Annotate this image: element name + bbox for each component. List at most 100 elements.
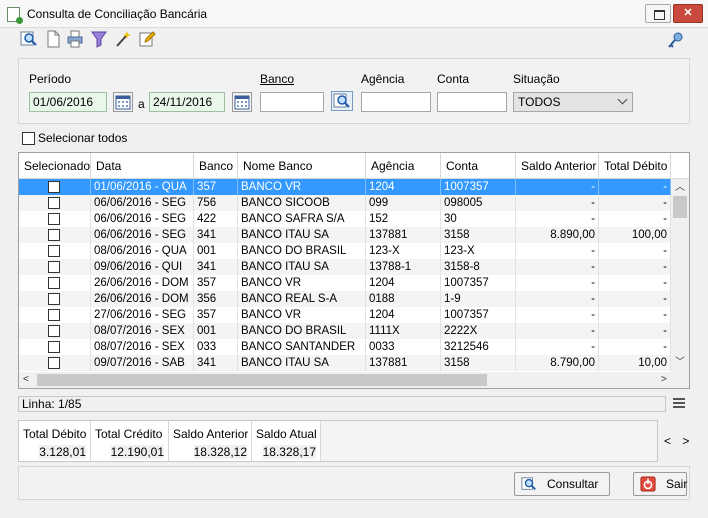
row-checkbox[interactable] <box>48 341 60 353</box>
row-checkbox[interactable] <box>48 293 60 305</box>
column-header-data[interactable]: Data <box>91 153 194 179</box>
close-button[interactable]: ✕ <box>673 4 703 23</box>
row-checkbox[interactable] <box>48 325 60 337</box>
cell-conta: 1007357 <box>441 307 516 323</box>
zoom-icon[interactable] <box>20 30 38 48</box>
row-checkbox[interactable] <box>48 181 60 193</box>
cell-debito: - <box>599 259 671 275</box>
cell-banco: 001 <box>194 323 238 339</box>
table-row[interactable]: 08/06/2016 - QUA 001 BANCO DO BRASIL 123-X 1… <box>19 243 671 259</box>
row-checkbox[interactable] <box>48 261 60 273</box>
sair-button[interactable]: Sair <box>633 472 687 496</box>
row-checkbox[interactable] <box>48 277 60 289</box>
cell-conta: 1-9 <box>441 291 516 307</box>
row-checkbox[interactable] <box>48 213 60 225</box>
row-checkbox[interactable] <box>48 245 60 257</box>
row-select-cell <box>19 291 91 307</box>
total-debito-value: 3.128,01 <box>39 445 86 459</box>
table-row[interactable]: 06/06/2016 - SEG 422 BANCO SAFRA S/A 152 30-… <box>19 211 671 227</box>
cell-conta: 098005 <box>441 195 516 211</box>
scroll-down-icon[interactable]: ﹀ <box>675 357 685 369</box>
total-credito-value: 12.190,01 <box>110 445 164 459</box>
situacao-select[interactable]: TODOS <box>513 92 633 112</box>
cell-agencia: 0188 <box>366 291 441 307</box>
cell-banco: 422 <box>194 211 238 227</box>
cell-banco: 341 <box>194 259 238 275</box>
cell-debito: - <box>599 179 671 195</box>
banco-search-button[interactable] <box>331 91 353 111</box>
table-row[interactable]: 08/07/2016 - SEX 033 BANCO SANTANDER 0033 32… <box>19 339 671 355</box>
scroll-right-icon[interactable]: > <box>661 374 667 386</box>
cell-saldo: - <box>516 275 599 291</box>
cell-conta: 1007357 <box>441 179 516 195</box>
row-select-cell <box>19 307 91 323</box>
table-row[interactable]: 08/07/2016 - SEX 001 BANCO DO BRASIL 1111X 2… <box>19 323 671 339</box>
cell-banco: 341 <box>194 355 238 371</box>
grid-header: Selecionado Data Banco Nome Banco Agênci… <box>19 153 689 179</box>
table-row[interactable]: 09/07/2016 - SAB 341 BANCO ITAU SA 137881 31… <box>19 355 671 371</box>
cell-banco: 756 <box>194 195 238 211</box>
print-icon[interactable] <box>66 30 84 48</box>
row-checkbox[interactable] <box>48 229 60 241</box>
chevron-left-icon[interactable]: < <box>664 434 671 448</box>
table-row[interactable]: 06/06/2016 - SEG 756 BANCO SICOOB 099 098005… <box>19 195 671 211</box>
select-all-checkbox[interactable] <box>22 132 35 145</box>
row-checkbox[interactable] <box>48 197 60 209</box>
cell-banco: 001 <box>194 243 238 259</box>
row-checkbox[interactable] <box>48 357 60 369</box>
filter-panel: Período 01/06/2016 a 24/11/2016 Banco Ag… <box>18 58 690 124</box>
menu-icon[interactable] <box>673 398 685 408</box>
restore-button[interactable] <box>645 4 671 23</box>
cell-debito: - <box>599 323 671 339</box>
cell-saldo: - <box>516 195 599 211</box>
scroll-up-icon[interactable]: ︿ <box>675 182 685 194</box>
column-header-nome-banco[interactable]: Nome Banco <box>238 153 366 179</box>
column-header-saldo-anterior[interactable]: Saldo Anterior <box>516 153 599 179</box>
select-all-label[interactable]: Selecionar todos <box>38 131 127 145</box>
saldo-anterior-value: 18.328,12 <box>193 445 247 459</box>
help-key-icon[interactable] <box>667 31 685 49</box>
date-to-field[interactable]: 24/11/2016 <box>149 92 225 112</box>
scroll-left-icon[interactable]: < <box>23 374 29 386</box>
consultar-button[interactable]: Consultar <box>514 472 610 496</box>
column-header-banco[interactable]: Banco <box>194 153 238 179</box>
cell-agencia: 137881 <box>366 355 441 371</box>
banco-field[interactable] <box>260 92 324 112</box>
row-select-cell <box>19 243 91 259</box>
column-header-total-debito[interactable]: Total Débito <box>599 153 671 179</box>
magic-wand-icon[interactable] <box>114 30 132 48</box>
table-row[interactable]: 06/06/2016 - SEG 341 BANCO ITAU SA 137881 31… <box>19 227 671 243</box>
cell-nome: BANCO ITAU SA <box>238 259 366 275</box>
document-green-icon <box>7 7 23 24</box>
date-from-field[interactable]: 01/06/2016 <box>29 92 107 112</box>
cell-debito: - <box>599 339 671 355</box>
table-row[interactable]: 09/06/2016 - QUI 341 BANCO ITAU SA 13788-1 3… <box>19 259 671 275</box>
close-icon: ✕ <box>683 7 693 19</box>
row-checkbox[interactable] <box>48 309 60 321</box>
cell-saldo: - <box>516 211 599 227</box>
table-row[interactable]: 27/06/2016 - SEG 357 BANCO VR 1204 1007357- - <box>19 307 671 323</box>
cell-agencia: 0033 <box>366 339 441 355</box>
vertical-scrollbar[interactable]: ︿ ﹀ <box>671 179 689 372</box>
column-header-conta[interactable]: Conta <box>441 153 516 179</box>
cell-debito: - <box>599 275 671 291</box>
date-from-calendar-button[interactable] <box>113 92 133 112</box>
edit-icon[interactable] <box>138 30 156 48</box>
calendar-icon <box>115 95 131 110</box>
chevron-right-icon[interactable]: > <box>682 434 689 448</box>
agencia-field[interactable] <box>361 92 431 112</box>
conta-field[interactable] <box>437 92 507 112</box>
column-header-selecionado[interactable]: Selecionado <box>19 153 91 179</box>
table-row[interactable]: 26/06/2016 - DOM 357 BANCO VR 1204 1007357- - <box>19 275 671 291</box>
horizontal-scrollbar[interactable]: < > <box>19 372 689 388</box>
totals-panel: Total Débito 3.128,01 Total Crédito 12.1… <box>18 420 658 462</box>
column-header-agencia[interactable]: Agência <box>366 153 441 179</box>
date-to-calendar-button[interactable] <box>232 92 252 112</box>
table-row[interactable]: 26/06/2016 - DOM 356 BANCO REAL S-A 0188 1-9… <box>19 291 671 307</box>
table-row[interactable]: 01/06/2016 - QUA 357 BANCO VR 1204 1007357- - <box>19 179 671 195</box>
banco-label[interactable]: Banco <box>260 72 294 86</box>
filter-icon[interactable] <box>90 30 108 48</box>
new-document-icon[interactable] <box>44 30 62 48</box>
horizontal-scroll-thumb[interactable] <box>37 374 487 386</box>
vertical-scroll-thumb[interactable] <box>673 196 687 218</box>
